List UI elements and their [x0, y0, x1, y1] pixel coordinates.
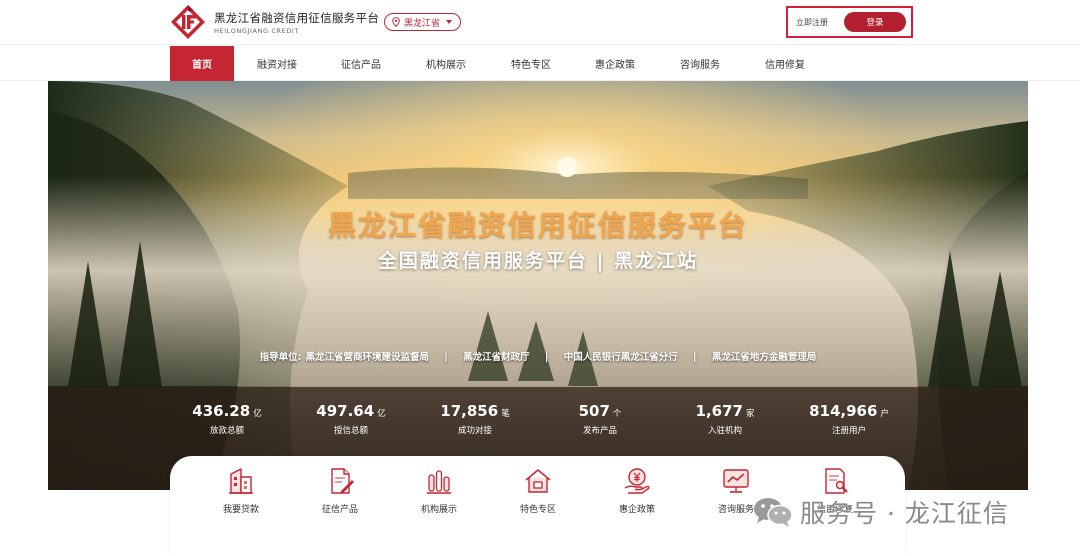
- stat-matched: 17,856 笔 成功对接: [410, 402, 540, 436]
- quick-link-loan[interactable]: 我要贷款: [201, 466, 281, 515]
- caret-down-icon: [446, 20, 453, 24]
- nav-item-credit-products[interactable]: 征信产品: [330, 46, 392, 81]
- stat-value: 436.28: [192, 402, 251, 420]
- stat-credit-total: 497.64 亿 授信总额: [286, 402, 416, 436]
- header: 黑龙江省融资信用征信服务平台 HEILONGJIANG CREDIT 黑龙江省 …: [0, 0, 1080, 45]
- nav-item-credit-repair[interactable]: 信用修复: [754, 46, 816, 81]
- stat-label: 发布产品: [582, 426, 617, 436]
- document-pen-icon: [331, 468, 354, 494]
- stat-unit: 家: [745, 409, 755, 419]
- quick-link-label: 机构展示: [420, 505, 457, 515]
- hero-title: 黑龙江省融资信用征信服务平台: [327, 209, 748, 242]
- guidance-unit: 黑龙江省财政厅: [463, 352, 530, 363]
- watermark-text: 服务号 · 龙江征信: [800, 499, 1009, 528]
- quick-link-label: 征信产品: [321, 505, 358, 515]
- stat-unit: 笔: [501, 409, 510, 419]
- stat-value: 1,677: [695, 402, 743, 420]
- nav-item-consulting[interactable]: 咨询服务: [669, 46, 731, 81]
- nav-item-institutions[interactable]: 机构展示: [415, 46, 477, 81]
- guidance-prefix: 指导单位: 黑龙江省营商环境建设监督局: [259, 352, 429, 363]
- quick-link-credit-products[interactable]: 征信产品: [300, 466, 380, 515]
- region-selector[interactable]: 黑龙江省: [384, 13, 462, 31]
- brand-name: 黑龙江省融资信用征信服务平台: [214, 11, 380, 25]
- guidance-unit: 黑龙江省地方金融管理局: [711, 352, 817, 363]
- guidance-separator: |: [544, 352, 549, 363]
- main-nav: 首页 融资对接 征信产品 机构展示 特色专区 惠企政策 咨询服务 信用修复: [0, 46, 1080, 81]
- guidance-unit: 中国人民银行黑龙江省分行: [563, 352, 678, 363]
- stat-label: 授信总额: [333, 426, 368, 436]
- nav-item-special-zone[interactable]: 特色专区: [500, 46, 562, 81]
- quick-link-label: 特色专区: [519, 505, 556, 515]
- nav-item-financing[interactable]: 融资对接: [246, 46, 308, 81]
- platform-logo-icon[interactable]: [170, 4, 206, 40]
- stat-unit: 亿: [253, 409, 262, 419]
- hero-subtitle: 全国融资信用服务平台 | 黑龙江站: [377, 250, 699, 272]
- guidance-units: 指导单位: 黑龙江省营商环境建设监督局 | 黑龙江省财政厅 | 中国人民银行黑龙江…: [48, 349, 1028, 363]
- register-link[interactable]: 立即注册: [796, 17, 828, 28]
- quick-link-special-zone[interactable]: 特色专区: [498, 466, 578, 515]
- hero-banner: 黑龙江省融资信用征信服务平台 全国融资信用服务平台 | 黑龙江站 指导单位: 黑龙…: [48, 81, 1028, 490]
- region-label: 黑龙江省: [404, 18, 441, 29]
- stat-value: 17,856: [440, 402, 499, 420]
- stat-products: 507 个 发布产品: [535, 402, 665, 436]
- stat-value: 507: [578, 402, 610, 420]
- house-icon: [525, 469, 551, 493]
- quick-link-label: 我要贷款: [222, 505, 259, 515]
- stat-users: 814,966 户 注册用户: [784, 402, 914, 436]
- stat-value: 497.64: [316, 402, 375, 420]
- nav-item-policies[interactable]: 惠企政策: [584, 46, 646, 81]
- stat-unit: 个: [612, 409, 622, 419]
- bar-chart-icon: [427, 470, 451, 494]
- stat-institutions: 1,677 家 入驻机构: [660, 402, 790, 436]
- stat-loan-total: 436.28 亿 放款总额: [162, 402, 292, 436]
- login-button[interactable]: 登录: [844, 12, 906, 32]
- stat-label: 放款总额: [209, 426, 244, 436]
- guidance-separator: |: [693, 352, 697, 363]
- doc-wrench-icon: [825, 468, 848, 494]
- stat-unit: 亿: [377, 409, 386, 419]
- stat-label: 注册用户: [831, 426, 866, 436]
- brand-english: HEILONGJIANG CREDIT: [214, 27, 300, 35]
- guidance-separator: |: [444, 352, 448, 363]
- stat-unit: 户: [880, 409, 889, 419]
- monitor-chart-icon: [723, 469, 749, 493]
- stat-label: 入驻机构: [707, 426, 742, 436]
- nav-item-home[interactable]: 首页: [170, 46, 234, 81]
- building-icon: [229, 468, 253, 494]
- quick-link-institutions[interactable]: 机构展示: [399, 466, 479, 515]
- quick-link-label: 惠企政策: [618, 505, 655, 515]
- yen-hand-icon: [624, 468, 650, 494]
- auth-area: 立即注册 登录: [786, 6, 913, 38]
- location-pin-icon: [392, 17, 400, 27]
- wechat-icon: [754, 498, 793, 527]
- stat-label: 成功对接: [457, 426, 492, 436]
- quick-link-policies[interactable]: 惠企政策: [597, 466, 677, 515]
- stat-value: 814,966: [809, 402, 878, 420]
- brand[interactable]: 黑龙江省融资信用征信服务平台 HEILONGJIANG CREDIT: [214, 10, 379, 35]
- wechat-watermark: 服务号 · 龙江征信: [752, 494, 1009, 530]
- page: 黑龙江省融资信用征信服务平台 HEILONGJIANG CREDIT 黑龙江省 …: [0, 0, 1080, 556]
